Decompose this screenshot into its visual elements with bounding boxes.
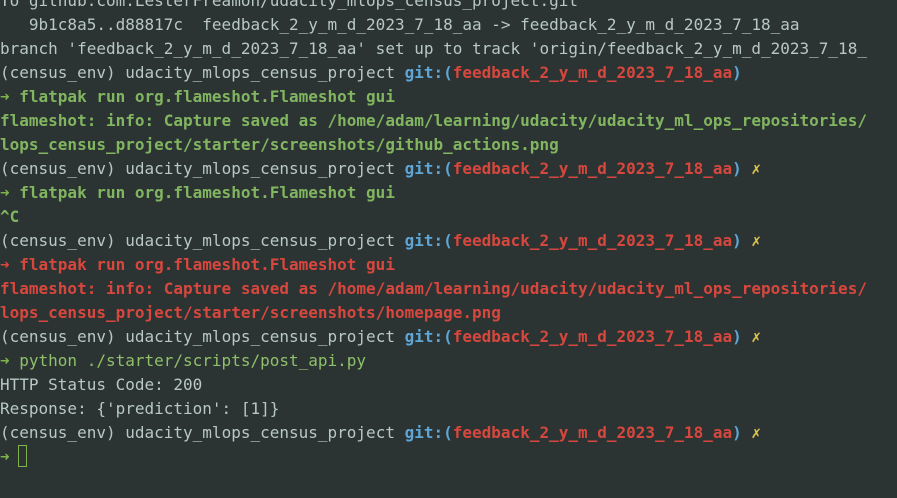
prompt-arrow-icon: ➜ bbox=[0, 87, 20, 106]
terminal-text: lops_census_project/starter/screenshots/… bbox=[0, 135, 559, 154]
terminal-text: branch 'feedback_2_y_m_d_2023_7_18_aa' s… bbox=[0, 39, 867, 58]
terminal-line: lops_census_project/starter/screenshots/… bbox=[0, 301, 897, 325]
terminal-line: ➜ flatpak run org.flameshot.Flameshot gu… bbox=[0, 181, 897, 205]
terminal-line: ➜ python ./starter/scripts/post_api.py bbox=[0, 349, 897, 373]
terminal-line: (census_env) udacity_mlops_census_projec… bbox=[0, 61, 897, 85]
terminal-window[interactable]: To github.com:LesterFreamon/udacity_mlop… bbox=[0, 0, 897, 498]
terminal-line: 9b1c8a5..d88817c feedback_2_y_m_d_2023_7… bbox=[0, 13, 897, 37]
current-directory: udacity_mlops_census_project bbox=[125, 231, 405, 250]
prompt-arrow-icon: ➜ bbox=[0, 447, 20, 466]
terminal-line: ➜ bbox=[0, 445, 897, 469]
virtualenv-label: (census_env) bbox=[0, 159, 126, 178]
git-label: git:( bbox=[404, 63, 453, 82]
git-dirty-icon: ✗ bbox=[751, 159, 762, 178]
prompt-arrow-icon: ➜ bbox=[0, 255, 20, 274]
git-label: ) bbox=[732, 159, 752, 178]
terminal-line: ^C bbox=[0, 205, 897, 229]
git-label: ) bbox=[732, 327, 752, 346]
terminal-line: (census_env) udacity_mlops_census_projec… bbox=[0, 157, 897, 181]
terminal-text: flatpak run org.flameshot.Flameshot gui bbox=[19, 255, 395, 274]
git-label: git:( bbox=[404, 231, 453, 250]
current-directory: udacity_mlops_census_project bbox=[125, 159, 405, 178]
terminal-line: Response: {'prediction': [1]} bbox=[0, 397, 897, 421]
current-directory: udacity_mlops_census_project bbox=[125, 423, 405, 442]
terminal-text: 9b1c8a5..d88817c feedback_2_y_m_d_2023_7… bbox=[0, 15, 800, 34]
terminal-line: lops_census_project/starter/screenshots/… bbox=[0, 133, 897, 157]
virtualenv-label: (census_env) bbox=[0, 63, 126, 82]
git-label: ) bbox=[732, 423, 752, 442]
git-branch-name: feedback_2_y_m_d_2023_7_18_aa bbox=[452, 63, 733, 82]
current-directory: udacity_mlops_census_project bbox=[125, 63, 405, 82]
git-label: ) bbox=[732, 231, 752, 250]
git-label: git:( bbox=[404, 159, 453, 178]
git-dirty-icon: ✗ bbox=[751, 423, 762, 442]
virtualenv-label: (census_env) bbox=[0, 231, 126, 250]
terminal-line: To github.com:LesterFreamon/udacity_mlop… bbox=[0, 0, 897, 13]
terminal-line: flameshot: info: Capture saved as /home/… bbox=[0, 277, 897, 301]
virtualenv-label: (census_env) bbox=[0, 423, 126, 442]
current-directory: udacity_mlops_census_project bbox=[125, 327, 405, 346]
terminal-text: HTTP Status Code: 200 bbox=[0, 375, 203, 394]
git-label: ) bbox=[732, 63, 742, 82]
git-dirty-icon: ✗ bbox=[751, 327, 762, 346]
terminal-text: ^C bbox=[0, 207, 20, 226]
terminal-line: (census_env) udacity_mlops_census_projec… bbox=[0, 229, 897, 253]
terminal-line: (census_env) udacity_mlops_census_projec… bbox=[0, 421, 897, 445]
terminal-text: flatpak run org.flameshot.Flameshot gui bbox=[19, 87, 395, 106]
terminal-text: python ./starter/scripts/post_api.py bbox=[19, 351, 367, 370]
terminal-text: lops_census_project/starter/screenshots/… bbox=[0, 303, 501, 322]
terminal-text: flatpak run org.flameshot.Flameshot gui bbox=[19, 183, 395, 202]
terminal-line: ➜ flatpak run org.flameshot.Flameshot gu… bbox=[0, 253, 897, 277]
terminal-line: (census_env) udacity_mlops_census_projec… bbox=[0, 325, 897, 349]
git-branch-name: feedback_2_y_m_d_2023_7_18_aa bbox=[452, 159, 733, 178]
terminal-text: To github.com:LesterFreamon/udacity_mlop… bbox=[0, 0, 578, 10]
terminal-text: Response: {'prediction': [1]} bbox=[0, 399, 280, 418]
terminal-line: flameshot: info: Capture saved as /home/… bbox=[0, 109, 897, 133]
git-branch-name: feedback_2_y_m_d_2023_7_18_aa bbox=[452, 231, 733, 250]
terminal-line: branch 'feedback_2_y_m_d_2023_7_18_aa' s… bbox=[0, 37, 897, 61]
git-branch-name: feedback_2_y_m_d_2023_7_18_aa bbox=[452, 423, 733, 442]
git-dirty-icon: ✗ bbox=[751, 231, 762, 250]
git-branch-name: feedback_2_y_m_d_2023_7_18_aa bbox=[452, 327, 733, 346]
git-label: git:( bbox=[404, 423, 453, 442]
virtualenv-label: (census_env) bbox=[0, 327, 126, 346]
prompt-arrow-icon: ➜ bbox=[0, 183, 20, 202]
terminal-line: ➜ flatpak run org.flameshot.Flameshot gu… bbox=[0, 85, 897, 109]
git-label: git:( bbox=[404, 327, 453, 346]
prompt-arrow-icon: ➜ bbox=[0, 351, 20, 370]
terminal-line: HTTP Status Code: 200 bbox=[0, 373, 897, 397]
terminal-cursor bbox=[18, 445, 27, 467]
terminal-text: flameshot: info: Capture saved as /home/… bbox=[0, 111, 867, 130]
terminal-text: flameshot: info: Capture saved as /home/… bbox=[0, 279, 867, 298]
